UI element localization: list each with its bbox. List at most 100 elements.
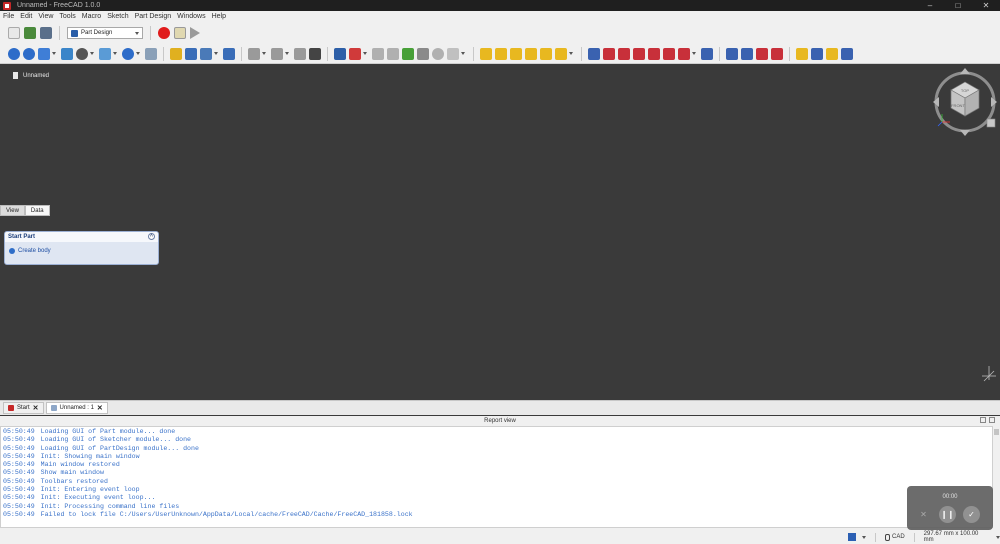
chevron-down-icon[interactable] — [569, 52, 573, 55]
bounding-box-icon[interactable] — [61, 47, 73, 60]
thickness-icon[interactable] — [841, 47, 853, 60]
mirrored-icon[interactable] — [726, 47, 738, 60]
subtractive-helix-icon[interactable] — [663, 47, 675, 60]
macro-play-icon[interactable] — [190, 27, 200, 39]
menu-windows[interactable]: Windows — [174, 13, 208, 20]
revolution-icon[interactable] — [495, 47, 507, 60]
menu-sketch[interactable]: Sketch — [104, 13, 131, 20]
fillet-icon[interactable] — [796, 47, 808, 60]
shape-binder-icon[interactable] — [387, 47, 399, 60]
chevron-down-icon[interactable] — [52, 52, 56, 55]
nav-menu-icon[interactable] — [986, 118, 996, 128]
recorder-pause-icon[interactable]: ❙❙ — [939, 506, 956, 523]
tab-unnamed[interactable]: Unnamed : 1 ✕ — [45, 402, 108, 414]
close-icon[interactable] — [989, 417, 995, 423]
create-body-icon[interactable] — [334, 47, 346, 60]
clone-icon[interactable] — [417, 47, 429, 60]
polar-pattern-icon[interactable] — [756, 47, 768, 60]
create-sketch-icon[interactable] — [349, 47, 361, 60]
chevron-down-icon[interactable] — [214, 52, 218, 55]
link-icon[interactable] — [200, 47, 212, 60]
view-direction-icon[interactable] — [145, 47, 157, 60]
menu-part-design[interactable]: Part Design — [132, 13, 175, 20]
sub-shape-binder-icon[interactable] — [402, 47, 414, 60]
measure-icon[interactable] — [122, 47, 134, 60]
part-icon[interactable] — [170, 47, 182, 60]
pipe-icon[interactable] — [525, 47, 537, 60]
tab-data[interactable]: Data — [24, 205, 50, 216]
save-document-icon[interactable] — [40, 27, 52, 39]
fit-selection-icon[interactable] — [23, 47, 35, 60]
chevron-down-icon[interactable] — [461, 52, 465, 55]
draft-icon[interactable] — [826, 47, 838, 60]
collapse-icon[interactable]: ˄ — [148, 233, 155, 240]
chevron-down-icon[interactable] — [285, 52, 289, 55]
fit-all-icon[interactable] — [8, 47, 20, 60]
macro-record-icon[interactable] — [158, 27, 170, 39]
additive-primitive-icon[interactable] — [555, 47, 567, 60]
tab-start[interactable]: Start ✕ — [3, 402, 44, 414]
variable-set-icon[interactable] — [223, 47, 235, 60]
hole-icon[interactable] — [603, 47, 615, 60]
navigation-cube[interactable]: TOP FRONT — [932, 66, 998, 138]
draw-style-icon[interactable] — [38, 47, 50, 60]
groove-icon[interactable] — [618, 47, 630, 60]
workbench-selector[interactable]: Part Design — [67, 27, 143, 39]
refresh-icon[interactable] — [294, 47, 306, 60]
menu-edit[interactable]: Edit — [17, 13, 35, 20]
menu-macro[interactable]: Macro — [79, 13, 104, 20]
3d-view[interactable]: Unnamed TOP FRONT View Data Start Part ˄… — [0, 64, 1000, 400]
undo-icon[interactable] — [248, 47, 260, 60]
pad-icon[interactable] — [480, 47, 492, 60]
tab-view[interactable]: View — [0, 205, 25, 216]
chevron-down-icon[interactable] — [113, 52, 117, 55]
subtractive-pipe-icon[interactable] — [648, 47, 660, 60]
validate-sketch-icon[interactable] — [372, 47, 384, 60]
chevron-down-icon[interactable] — [363, 52, 367, 55]
helix-icon[interactable] — [540, 47, 552, 60]
datum-point-icon[interactable] — [432, 47, 444, 60]
create-body-button[interactable]: Create body — [5, 242, 158, 260]
linear-pattern-icon[interactable] — [741, 47, 753, 60]
subtractive-primitive-icon[interactable] — [678, 47, 690, 60]
close-icon[interactable]: ✕ — [33, 404, 39, 412]
menu-file[interactable]: File — [0, 13, 17, 20]
recorder-cancel-icon[interactable]: ✕ — [915, 506, 932, 523]
macro-edit-icon[interactable] — [174, 27, 186, 39]
group-icon[interactable] — [185, 47, 197, 60]
datum-plane-icon[interactable] — [447, 47, 459, 60]
navigation-style[interactable]: CAD — [885, 533, 905, 541]
menu-help[interactable]: Help — [209, 13, 229, 20]
chamfer-icon[interactable] — [811, 47, 823, 60]
report-view[interactable]: 05:50:49 Loading GUI of Part module... do… — [0, 426, 993, 528]
recorder-done-icon[interactable]: ✓ — [963, 506, 980, 523]
minimize-icon[interactable]: – — [916, 0, 944, 11]
multi-transform-icon[interactable] — [771, 47, 783, 60]
menu-view[interactable]: View — [35, 13, 56, 20]
menu-tools[interactable]: Tools — [56, 13, 78, 20]
chevron-down-icon[interactable] — [692, 52, 696, 55]
nav-arrow-down-icon[interactable] — [960, 130, 970, 136]
notification-icon[interactable] — [848, 533, 856, 541]
new-document-icon[interactable] — [8, 27, 20, 39]
close-icon[interactable]: ✕ — [972, 0, 1000, 11]
close-icon[interactable]: ✕ — [97, 404, 103, 412]
chevron-down-icon[interactable] — [996, 535, 1000, 539]
report-scrollbar[interactable] — [993, 426, 1000, 528]
scrollbar-thumb[interactable] — [994, 429, 999, 435]
maximize-icon[interactable]: □ — [944, 0, 972, 11]
loft-icon[interactable] — [510, 47, 522, 60]
float-icon[interactable] — [980, 417, 986, 423]
pocket-icon[interactable] — [588, 47, 600, 60]
isometric-view-icon[interactable] — [99, 47, 111, 60]
whats-this-icon[interactable] — [309, 47, 321, 60]
stereo-icon[interactable] — [76, 47, 88, 60]
chevron-down-icon[interactable] — [90, 52, 94, 55]
boolean-icon[interactable] — [701, 47, 713, 60]
open-document-icon[interactable] — [24, 27, 36, 39]
chevron-down-icon[interactable] — [136, 52, 140, 55]
nav-arrow-up-icon[interactable] — [960, 68, 970, 74]
subtractive-loft-icon[interactable] — [633, 47, 645, 60]
redo-icon[interactable] — [271, 47, 283, 60]
chevron-down-icon[interactable] — [262, 52, 266, 55]
